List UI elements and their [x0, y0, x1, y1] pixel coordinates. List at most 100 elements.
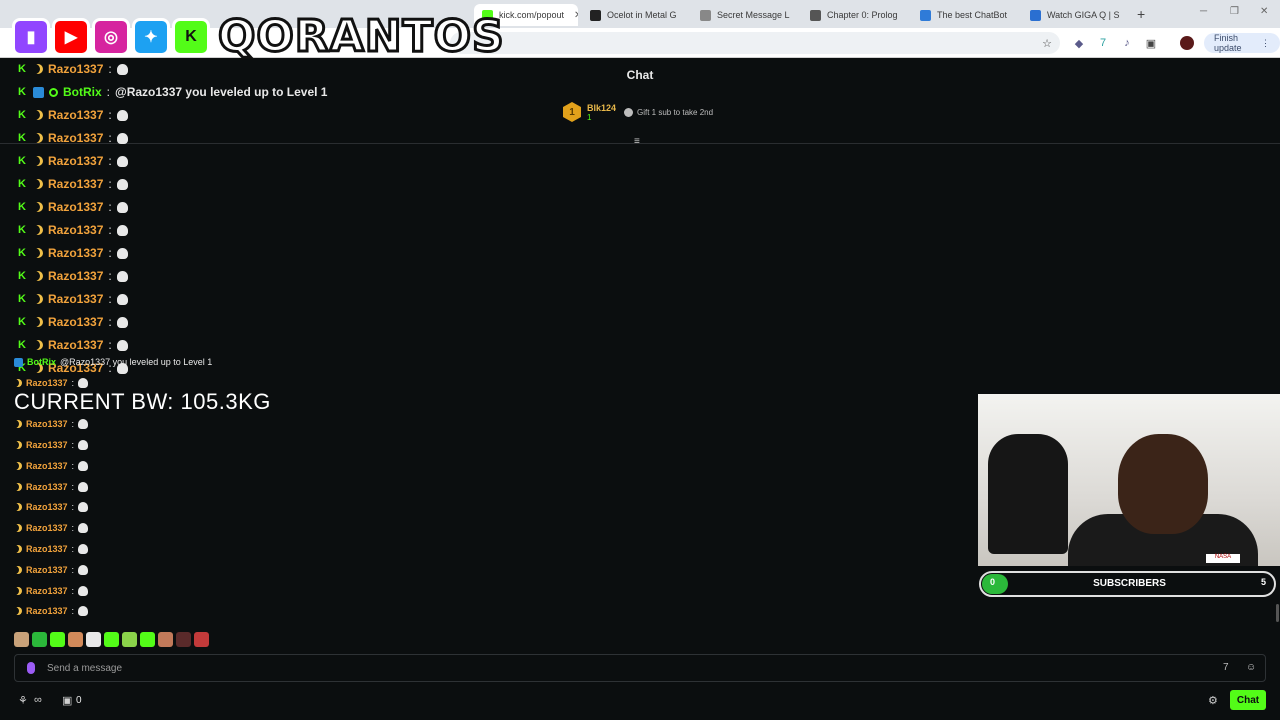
chat-username[interactable]: Razo1337: [48, 131, 103, 145]
translate-icon[interactable]: 7: [1223, 662, 1229, 673]
chat-scrollbar[interactable]: [1276, 604, 1279, 622]
translate-extension-icon[interactable]: 7: [1096, 36, 1110, 50]
emote-icon[interactable]: [50, 632, 65, 647]
overlay-colon: :: [71, 419, 75, 429]
emote-icon[interactable]: [176, 632, 191, 647]
kick-badge-icon: K: [18, 131, 26, 144]
skull-emote-icon: [116, 293, 128, 305]
skull-emote-icon: [78, 586, 89, 596]
chat-message-row[interactable]: K Razo1337:: [18, 244, 128, 262]
moon-badge-icon: [33, 110, 43, 120]
browser-tab[interactable]: Ocelot in Metal G✕: [582, 4, 686, 26]
emote-icon[interactable]: [122, 632, 137, 647]
overlay-username: Razo1337: [26, 565, 68, 575]
tab-title: Ocelot in Metal G: [607, 10, 677, 20]
browser-tab[interactable]: Watch GIGA Q | S✕: [1022, 4, 1126, 26]
chat-username[interactable]: BotRix: [63, 85, 102, 99]
emote-icon[interactable]: [158, 632, 173, 647]
chat-message-row[interactable]: K Razo1337:: [18, 221, 128, 239]
emote-icon[interactable]: [86, 632, 101, 647]
kick-badge-icon: K: [18, 315, 26, 328]
profile-avatar[interactable]: [1180, 36, 1194, 50]
chat-username[interactable]: Razo1337: [48, 154, 103, 168]
emote-icon[interactable]: [140, 632, 155, 647]
overlay-username: BotRix: [27, 357, 56, 367]
browser-tab[interactable]: Chapter 0: Prolog✕: [802, 4, 906, 26]
top-gifter-pin[interactable]: 1 Blk124 1: [563, 102, 616, 122]
chat-message-row[interactable]: K Razo1337:: [18, 129, 128, 147]
moon-badge-icon: [33, 294, 43, 304]
emoji-icon[interactable]: ☺: [1246, 662, 1256, 673]
url-field[interactable]: [450, 32, 1060, 54]
extension-icon[interactable]: ◆: [1072, 36, 1086, 50]
channel-points-icon[interactable]: ⚘: [18, 694, 28, 707]
chat-message-row[interactable]: K BotRix: @Razo1337 you leveled up to Leve…: [18, 83, 327, 101]
microphone-icon[interactable]: [27, 662, 35, 674]
chat-message-row[interactable]: K Razo1337:: [18, 313, 128, 331]
skull-emote-icon: [116, 270, 128, 282]
chat-username[interactable]: Razo1337: [48, 200, 103, 214]
chat-message-row[interactable]: K Razo1337:: [18, 106, 128, 124]
overlay-chat-row: Razo1337:: [14, 417, 89, 431]
overlay-message-text: @Razo1337 you leveled up to Level 1: [60, 357, 213, 367]
moon-badge-icon: [14, 379, 22, 387]
chat-divider: [0, 143, 1280, 144]
emote-icon[interactable]: [194, 632, 209, 647]
stream-logo-banner: ▮ ▶ ◎ ✦ K QORANTOS: [12, 12, 505, 62]
collapse-pinned-icon[interactable]: ≡: [634, 136, 640, 147]
chat-message-row[interactable]: K Razo1337:: [18, 152, 128, 170]
kick-badge-icon: K: [18, 108, 26, 121]
moon-badge-icon: [14, 566, 22, 574]
chat-username[interactable]: Razo1337: [48, 108, 103, 122]
chat-colon: :: [108, 338, 112, 352]
chat-message-row[interactable]: K Razo1337:: [18, 267, 128, 285]
skull-emote-icon: [78, 565, 89, 575]
chat-message-row[interactable]: K Razo1337:: [18, 175, 128, 193]
new-tab-button[interactable]: +: [1137, 6, 1145, 22]
chat-message-row[interactable]: K Razo1337:: [18, 198, 128, 216]
streamer-head: [1118, 434, 1208, 534]
chat-message-row[interactable]: K Razo1337:: [18, 290, 128, 308]
audio-extension-icon[interactable]: ♪: [1120, 36, 1134, 50]
skull-emote-icon: [116, 339, 128, 351]
send-message-input[interactable]: [47, 659, 1207, 677]
moon-badge-icon: [33, 133, 43, 143]
chat-message-text: @Razo1337 you leveled up to Level 1: [115, 85, 328, 99]
extensions-puzzle-icon[interactable]: ▣: [1144, 36, 1158, 50]
chat-username[interactable]: Razo1337: [48, 315, 103, 329]
minimize-icon[interactable]: ─: [1200, 6, 1207, 17]
overlay-username: Razo1337: [26, 606, 68, 616]
maximize-icon[interactable]: ❐: [1230, 6, 1239, 17]
overlay-chat-row: Razo1337:: [14, 376, 89, 390]
skull-emote-icon: [116, 63, 128, 75]
chat-message-row[interactable]: K Razo1337:: [18, 336, 128, 354]
chat-username[interactable]: Razo1337: [48, 246, 103, 260]
emote-icon[interactable]: [68, 632, 83, 647]
chat-send-button[interactable]: Chat: [1230, 690, 1266, 710]
emote-icon[interactable]: [32, 632, 47, 647]
browser-tab[interactable]: The best ChatBot✕: [912, 4, 1016, 26]
tab-close-icon[interactable]: ✕: [574, 10, 578, 21]
chat-username[interactable]: Razo1337: [48, 269, 103, 283]
chat-username[interactable]: Razo1337: [48, 177, 103, 191]
gift-sub-prompt[interactable]: Gift 1 sub to take 2nd: [624, 108, 713, 117]
emote-icon[interactable]: [104, 632, 119, 647]
finish-update-button[interactable]: Finish update ⋮: [1204, 33, 1280, 53]
chat-username[interactable]: Razo1337: [48, 338, 103, 352]
gift-box-icon[interactable]: ▣: [62, 694, 72, 707]
chat-username[interactable]: Razo1337: [48, 62, 103, 76]
moon-badge-icon: [33, 225, 43, 235]
browser-tab[interactable]: Secret Message L✕: [692, 4, 796, 26]
emote-icon[interactable]: [14, 632, 29, 647]
bookmark-star-icon[interactable]: ☆: [1040, 36, 1054, 50]
bot-badge-icon: [33, 86, 44, 98]
brand-name: QORANTOS: [217, 11, 506, 62]
settings-gear-icon[interactable]: ⚙: [1208, 694, 1218, 707]
subscriber-goal-label: SUBSCRIBERS: [1093, 578, 1166, 589]
close-window-icon[interactable]: ✕: [1260, 6, 1268, 17]
chat-message-row[interactable]: K Razo1337:: [18, 60, 128, 78]
skull-emote-icon: [78, 378, 89, 388]
screen: kick.com/popout✕Ocelot in Metal G✕Secret…: [0, 0, 1280, 720]
chat-username[interactable]: Razo1337: [48, 223, 103, 237]
chat-username[interactable]: Razo1337: [48, 292, 103, 306]
